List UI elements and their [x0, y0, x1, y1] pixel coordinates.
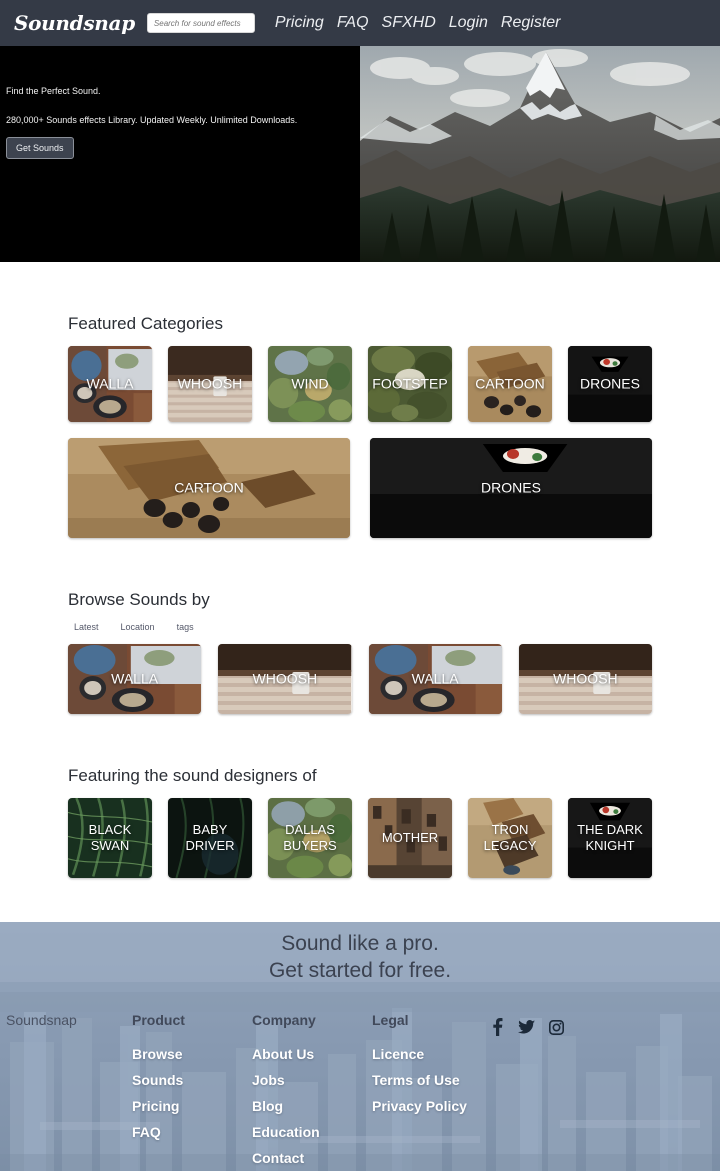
designer-label: DALLAS BUYERS: [283, 821, 337, 853]
browse-card-label: WHOOSH: [553, 670, 618, 687]
footer-link-about-us[interactable]: About Us: [252, 1046, 372, 1062]
designer-label: THE DARK KNIGHT: [577, 821, 643, 853]
footer-columns: Soundsnap Product Browse Sounds Pricing …: [0, 1012, 720, 1171]
browse-card-walla-1[interactable]: WALLA: [68, 644, 202, 714]
browse-card-whoosh-2[interactable]: WHOOSH: [518, 644, 652, 714]
nav-link-sfxhd[interactable]: SFXHD: [382, 14, 436, 32]
get-sounds-button[interactable]: Get Sounds: [6, 137, 74, 159]
facebook-icon[interactable]: [491, 1018, 504, 1036]
twitter-icon[interactable]: [518, 1019, 535, 1035]
category-card-whoosh[interactable]: WHOOSH: [168, 346, 252, 422]
featured-categories-title: Featured Categories: [68, 314, 223, 333]
category-label: WIND: [291, 375, 329, 392]
designer-card-dallas-buyers[interactable]: DALLAS BUYERS: [268, 798, 352, 878]
footer-link-jobs[interactable]: Jobs: [252, 1072, 372, 1088]
social-links: [491, 1018, 564, 1036]
nav-link-faq[interactable]: FAQ: [337, 14, 369, 32]
footer-cta-line1: Sound like a pro.: [281, 932, 439, 955]
category-card-drones[interactable]: DRONES: [568, 346, 652, 422]
browse-card-walla-2[interactable]: WALLA: [368, 644, 502, 714]
category-label: WHOOSH: [177, 375, 243, 392]
sound-designers-title: Featuring the sound designers of: [68, 766, 317, 785]
designer-card-tron-legacy[interactable]: TRON LEGACY: [468, 798, 552, 878]
footer-link-contact[interactable]: Contact: [252, 1150, 372, 1166]
category-card-drones-wide[interactable]: DRONES: [370, 438, 652, 538]
footer-cta: Sound like a pro. Get started for free.: [0, 922, 720, 985]
category-label: WALLA: [86, 375, 134, 392]
designer-card-black-swan[interactable]: BLACK SWAN: [68, 798, 152, 878]
category-card-cartoon-wide[interactable]: CARTOON: [68, 438, 350, 538]
browse-card-label: WHOOSH: [252, 670, 318, 687]
brand-logo[interactable]: Soundsnap: [14, 11, 135, 35]
footer-link-faq[interactable]: FAQ: [132, 1124, 252, 1140]
nav-link-register[interactable]: Register: [501, 14, 561, 32]
footer-link-sounds[interactable]: Sounds: [132, 1072, 252, 1088]
footer-brand-heading: Soundsnap: [6, 1012, 77, 1028]
browse-tab-latest[interactable]: Latest: [74, 622, 99, 634]
nav-links: Pricing FAQ SFXHD Login Register: [275, 14, 561, 32]
footer-column-company: Company About Us Jobs Blog Education Con…: [252, 1012, 372, 1171]
browse-sounds-section: Browse Sounds by Latest Location tags WA…: [0, 538, 720, 714]
hero-copy: Find the Perfect Sound. 280,000+ Sounds …: [6, 86, 336, 159]
designer-card-baby-driver[interactable]: BABY DRIVER: [168, 798, 252, 878]
footer-link-terms-of-use[interactable]: Terms of Use: [372, 1072, 542, 1088]
footer-link-pricing[interactable]: Pricing: [132, 1098, 252, 1114]
footer-link-browse[interactable]: Browse: [132, 1046, 252, 1062]
search-input[interactable]: [146, 13, 255, 33]
browse-cards-grid: WALLA WHOOSH WALLA WHOOSH: [68, 644, 652, 714]
featured-wide-grid: CARTOON DRONES: [68, 438, 652, 538]
category-label: DRONES: [481, 479, 541, 496]
category-card-walla[interactable]: WALLA: [68, 346, 152, 422]
nav-link-pricing[interactable]: Pricing: [275, 14, 324, 32]
footer-link-education[interactable]: Education: [252, 1124, 372, 1140]
designer-label: BLACK SWAN: [88, 821, 132, 853]
footer-link-privacy-policy[interactable]: Privacy Policy: [372, 1098, 542, 1114]
designer-label: TRON LEGACY: [483, 821, 537, 853]
category-card-wind[interactable]: WIND: [268, 346, 352, 422]
nav-link-login[interactable]: Login: [449, 14, 488, 32]
browse-tab-tags[interactable]: tags: [177, 622, 194, 634]
hero-subtitle: 280,000+ Sounds effects Library. Updated…: [6, 115, 298, 125]
designer-card-the-dark-knight[interactable]: THE DARK KNIGHT: [568, 798, 652, 878]
hero-section: Find the Perfect Sound. 280,000+ Sounds …: [0, 46, 720, 262]
top-navigation-bar: Soundsnap Pricing FAQ SFXHD Login Regist…: [0, 0, 720, 46]
footer-heading-company: Company: [252, 1012, 316, 1028]
footer-section: Sound like a pro. Get started for free. …: [0, 922, 720, 1171]
sound-designers-grid: BLACK SWAN BABY DRIVER DALLAS BUYERS MOT…: [68, 798, 652, 878]
instagram-icon[interactable]: [549, 1019, 564, 1035]
search-container: [146, 13, 255, 33]
footer-cta-line2: Get started for free.: [268, 958, 452, 982]
category-card-footstep[interactable]: FOOTSTEP: [368, 346, 452, 422]
footer-column-brand: Soundsnap: [6, 1012, 132, 1171]
footer-heading-product: Product: [132, 1012, 185, 1028]
hero-mountain-image: [360, 46, 720, 262]
category-card-cartoon[interactable]: CARTOON: [468, 346, 552, 422]
designer-card-mother[interactable]: MOTHER: [368, 798, 452, 878]
browse-card-label: WALLA: [411, 670, 459, 687]
category-label: CARTOON: [174, 479, 244, 496]
featured-categories-section: Featured Categories WALLA WHOOSH WIND FO…: [0, 262, 720, 538]
featured-categories-grid: WALLA WHOOSH WIND FOOTSTEP CARTOON DRONE…: [68, 346, 652, 422]
browse-sounds-title: Browse Sounds by: [68, 590, 210, 609]
sound-designers-section: Featuring the sound designers of BLACK S…: [0, 714, 720, 922]
browse-card-whoosh-1[interactable]: WHOOSH: [218, 644, 352, 714]
category-label: FOOTSTEP: [372, 375, 448, 392]
browse-card-label: WALLA: [111, 670, 159, 687]
footer-column-product: Product Browse Sounds Pricing FAQ: [132, 1012, 252, 1171]
designer-label: MOTHER: [381, 829, 439, 845]
footer-link-blog[interactable]: Blog: [252, 1098, 372, 1114]
browse-tabs: Latest Location tags: [74, 622, 652, 634]
designer-label: BABY DRIVER: [185, 821, 235, 853]
footer-link-licence[interactable]: Licence: [372, 1046, 542, 1062]
category-label: DRONES: [580, 375, 640, 392]
browse-tab-location[interactable]: Location: [121, 622, 155, 634]
hero-title: Find the Perfect Sound.: [6, 86, 101, 96]
category-label: CARTOON: [475, 375, 545, 392]
